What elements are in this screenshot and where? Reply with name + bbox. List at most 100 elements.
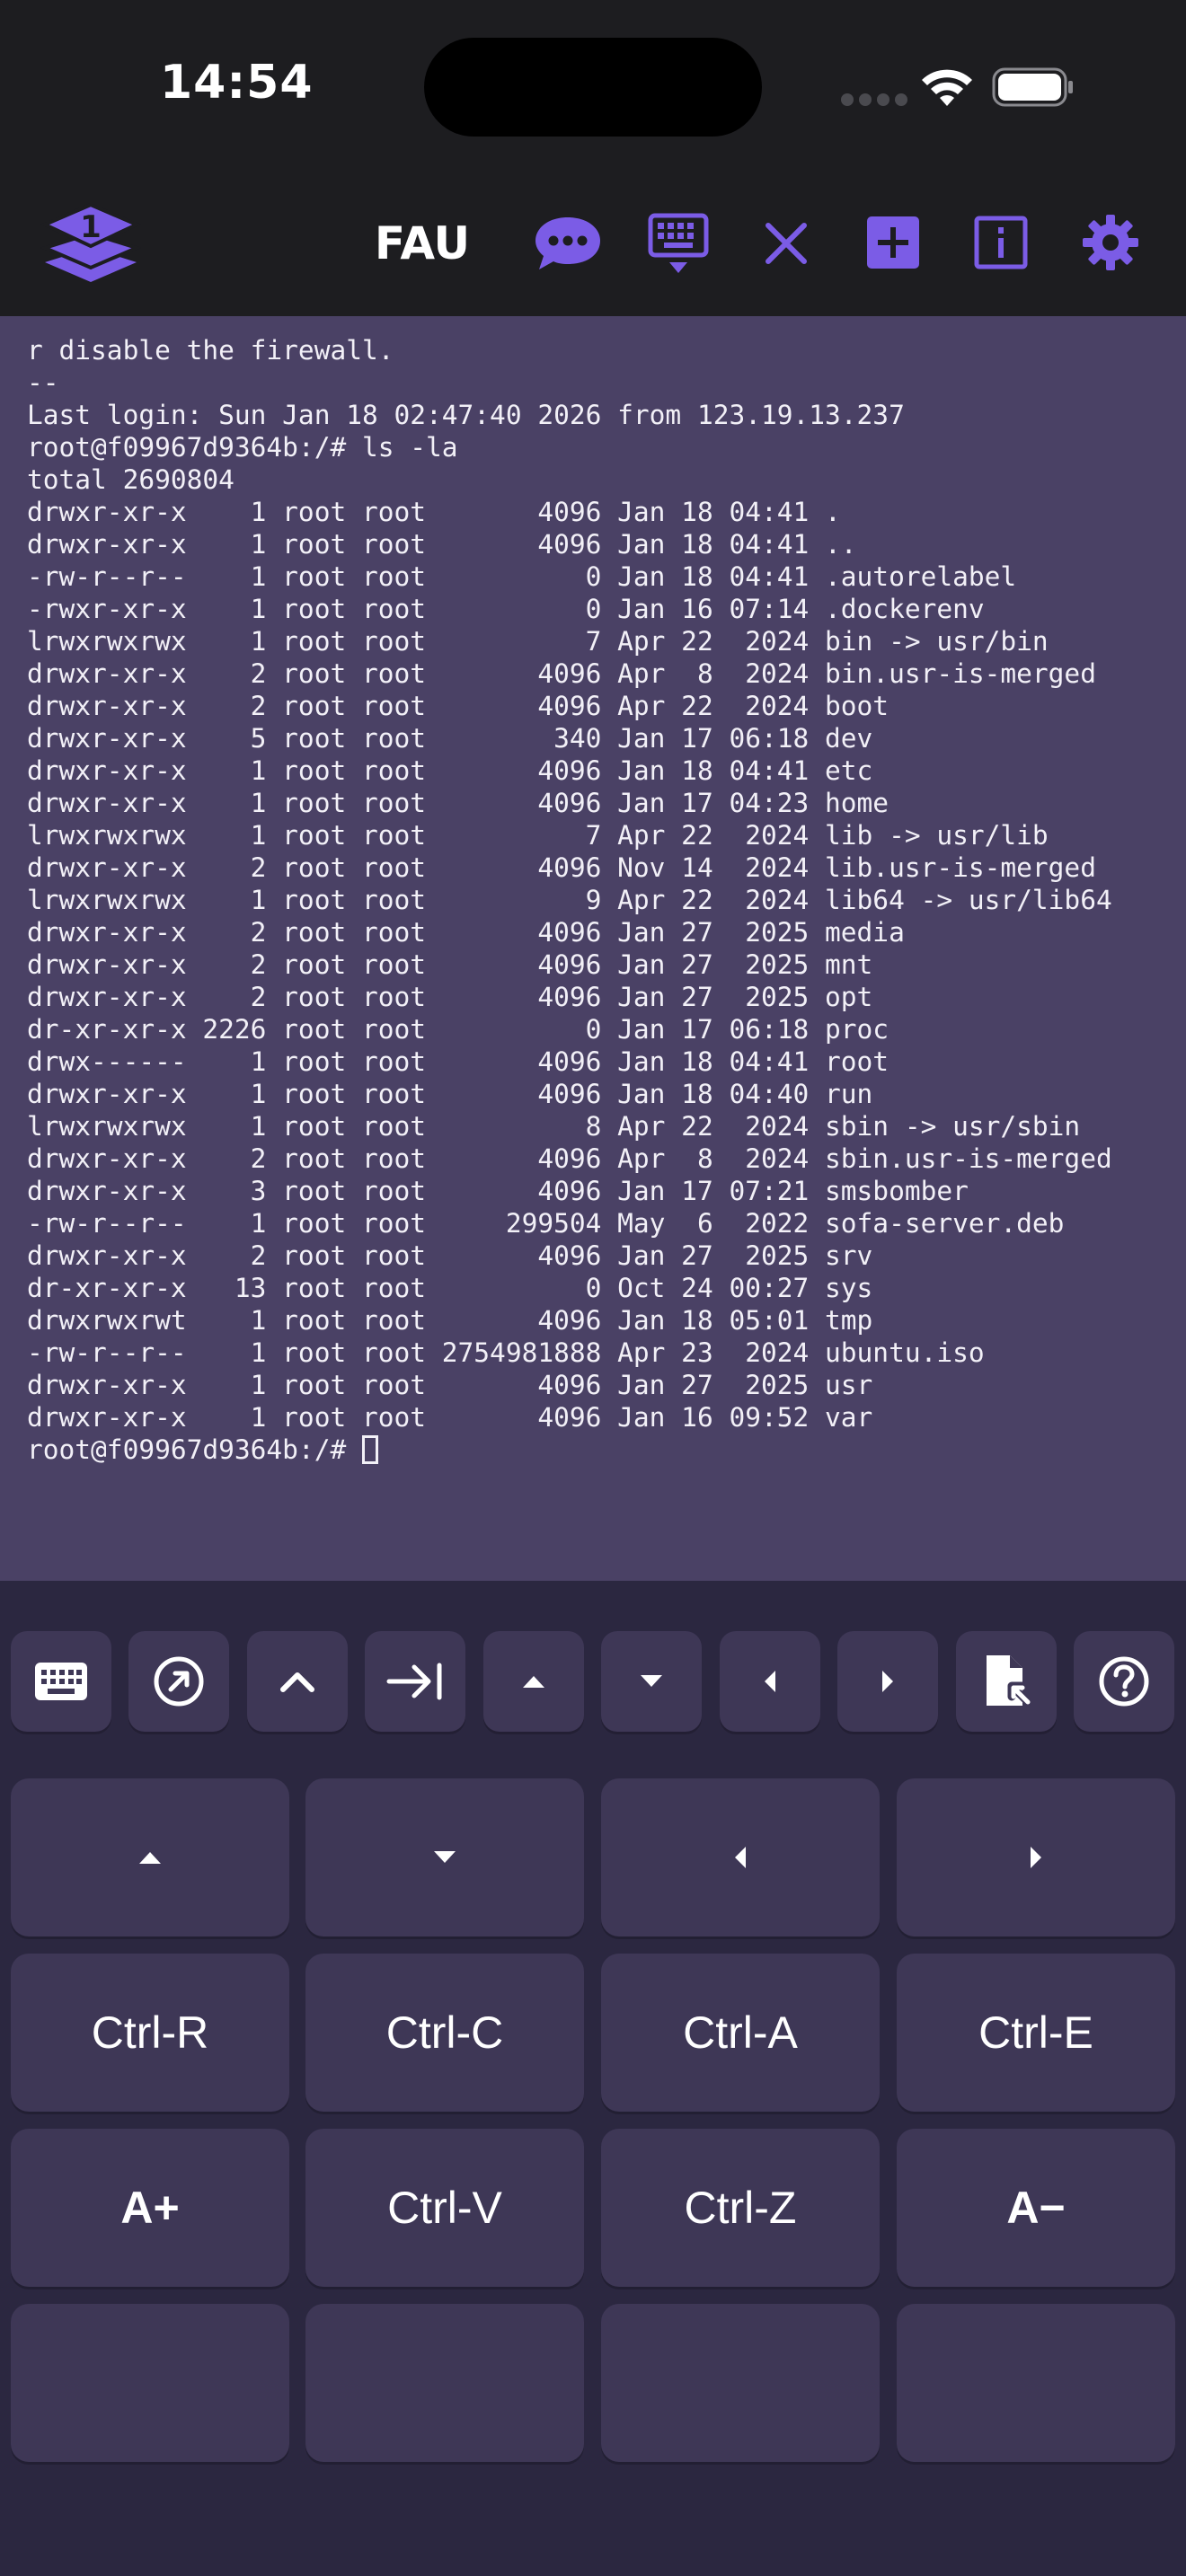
arrow-right-key[interactable] — [837, 1631, 938, 1732]
triangle-left-icon — [735, 1847, 746, 1868]
terminal-line: drwxr-xr-x 1 root root 4096 Jan 18 04:41… — [27, 755, 873, 786]
terminal-line: drwxr-xr-x 3 root root 4096 Jan 17 07:21… — [27, 1176, 969, 1206]
add-icon — [867, 216, 919, 269]
terminal-line: drwxr-xr-x 2 root root 4096 Jan 27 2025 … — [27, 1240, 873, 1271]
settings-button[interactable] — [1075, 205, 1146, 280]
tab-key[interactable] — [365, 1631, 465, 1732]
terminal-prompt-line: root@f09967d9364b:/# — [27, 1434, 1186, 1466]
arrow-down-key[interactable] — [601, 1631, 702, 1732]
blank-key-1[interactable] — [11, 2304, 289, 2462]
ctrl-key[interactable] — [247, 1631, 348, 1732]
triangle-up-icon — [139, 1852, 161, 1864]
cellular-signal-icon — [841, 93, 907, 106]
terminal-line: lrwxrwxrwx 1 root root 9 Apr 22 2024 lib… — [27, 885, 1112, 915]
terminal-line: root@f09967d9364b:/# ls -la — [27, 432, 458, 463]
terminal-line: drwxrwxrwt 1 root root 4096 Jan 18 05:01… — [27, 1305, 873, 1336]
font-decrease-key[interactable]: A− — [897, 2129, 1175, 2287]
info-icon — [974, 216, 1028, 269]
arrow-up-right-circle-icon — [154, 1656, 204, 1707]
triangle-down-icon — [434, 1851, 456, 1863]
file-export-icon — [987, 1655, 1031, 1707]
arrow-left-key[interactable] — [720, 1631, 820, 1732]
terminal-line: drwxr-xr-x 2 root root 4096 Apr 8 2024 b… — [27, 658, 1096, 689]
ctrl-c-key[interactable]: Ctrl-C — [305, 1954, 584, 2112]
terminal-line: -rwxr-xr-x 1 root root 0 Jan 16 07:14 .d… — [27, 594, 985, 624]
close-session-button[interactable] — [753, 210, 819, 277]
terminal-line: drwxr-xr-x 1 root root 4096 Jan 18 04:40… — [27, 1079, 873, 1109]
triangle-up-icon — [523, 1676, 544, 1688]
triangle-right-icon — [882, 1671, 893, 1692]
arrow-up-key[interactable] — [483, 1631, 584, 1732]
font-increase-key[interactable]: A+ — [11, 2129, 289, 2287]
blank-key-3[interactable] — [601, 2304, 880, 2462]
terminal-line: lrwxrwxrwx 1 root root 7 Apr 22 2024 bin… — [27, 626, 1049, 657]
new-session-button[interactable] — [859, 207, 927, 278]
terminal-line: drwx------ 1 root root 4096 Jan 18 04:41… — [27, 1046, 890, 1077]
tab-icon — [386, 1663, 442, 1700]
close-icon — [766, 223, 807, 264]
keyboard-icon — [648, 213, 709, 273]
wifi-icon — [922, 69, 972, 106]
terminal-line: -- — [27, 367, 59, 398]
terminal-line: drwxr-xr-x 2 root root 4096 Apr 8 2024 s… — [27, 1143, 1112, 1174]
gear-icon — [1083, 215, 1138, 270]
terminal-output[interactable]: r disable the firewall. -- Last login: S… — [0, 316, 1186, 1581]
app-title: FAU — [374, 217, 471, 269]
terminal-line: -rw-r--r-- 1 root root 299504 May 6 2022… — [27, 1208, 1065, 1239]
battery-icon — [992, 67, 1073, 107]
terminal-line: drwxr-xr-x 5 root root 340 Jan 17 06:18 … — [27, 723, 873, 754]
ctrl-v-key[interactable]: Ctrl-V — [305, 2129, 584, 2287]
triangle-right-icon — [1031, 1847, 1041, 1868]
triangle-down-icon — [641, 1675, 662, 1687]
terminal-line: drwxr-xr-x 1 root root 4096 Jan 18 04:41… — [27, 529, 857, 560]
blank-key-2[interactable] — [305, 2304, 584, 2462]
terminal-line: -rw-r--r-- 1 root root 2754981888 Apr 23… — [27, 1337, 985, 1368]
terminal-line: drwxr-xr-x 2 root root 4096 Jan 27 2025 … — [27, 917, 905, 948]
extra-keys-panel: Ctrl-R Ctrl-C Ctrl-A Ctrl-E A+ Ctrl-V Ct… — [0, 1581, 1186, 2576]
big-arrow-down-key[interactable] — [305, 1778, 584, 1936]
ctrl-e-key[interactable]: Ctrl-E — [897, 1954, 1175, 2112]
chat-icon — [535, 217, 600, 269]
help-key[interactable] — [1074, 1631, 1174, 1732]
toolbar: 1 FAU — [0, 171, 1186, 316]
esc-key[interactable] — [128, 1631, 229, 1732]
terminal-line: drwxr-xr-x 1 root root 4096 Jan 27 2025 … — [27, 1370, 873, 1400]
terminal-line: total 2690804 — [27, 464, 235, 495]
terminal-cursor — [361, 1435, 378, 1464]
ctrl-r-key[interactable]: Ctrl-R — [11, 1954, 289, 2112]
terminal-line: drwxr-xr-x 2 root root 4096 Jan 27 2025 … — [27, 982, 873, 1012]
chat-button[interactable] — [532, 207, 604, 280]
keyboard-toggle-button[interactable] — [643, 207, 713, 282]
blank-key-4[interactable] — [897, 2304, 1175, 2462]
terminal-line: dr-xr-xr-x 13 root root 0 Oct 24 00:27 s… — [27, 1273, 873, 1303]
terminal-line: drwxr-xr-x 2 root root 4096 Nov 14 2024 … — [27, 852, 1096, 883]
session-switcher-button[interactable]: 1 — [36, 196, 146, 291]
big-arrow-right-key[interactable] — [897, 1778, 1175, 1936]
layers-icon: 1 — [40, 202, 142, 282]
terminal-line: drwxr-xr-x 2 root root 4096 Jan 27 2025 … — [27, 949, 873, 980]
terminal-line: drwxr-xr-x 1 root root 4096 Jan 17 04:23… — [27, 788, 890, 818]
terminal-line: lrwxrwxrwx 1 root root 7 Apr 22 2024 lib… — [27, 820, 1049, 851]
terminal-line: drwxr-xr-x 2 root root 4096 Apr 22 2024 … — [27, 691, 890, 721]
big-arrow-left-key[interactable] — [601, 1778, 880, 1936]
info-button[interactable] — [967, 207, 1035, 278]
terminal-prompt: root@f09967d9364b:/# — [27, 1434, 362, 1465]
status-bar: 14:54 — [0, 0, 1186, 171]
help-icon — [1099, 1656, 1149, 1707]
terminal-line: lrwxrwxrwx 1 root root 8 Apr 22 2024 sbi… — [27, 1111, 1081, 1142]
terminal-line: drwxr-xr-x 1 root root 4096 Jan 16 09:52… — [27, 1402, 873, 1433]
caret-up-icon — [280, 1672, 314, 1692]
session-badge: 1 — [80, 209, 102, 245]
terminal-line: drwxr-xr-x 1 root root 4096 Jan 18 04:41… — [27, 497, 841, 527]
toggle-keyboard-key[interactable] — [11, 1631, 111, 1732]
status-time: 14:54 — [160, 56, 314, 110]
ctrl-a-key[interactable]: Ctrl-A — [601, 1954, 880, 2112]
app-screen: 14:54 1 FAU r disable the firewall. -- L… — [0, 0, 1186, 2576]
terminal-line: -rw-r--r-- 1 root root 0 Jan 18 04:41 .a… — [27, 561, 1017, 592]
terminal-line: Last login: Sun Jan 18 02:47:40 2026 fro… — [27, 400, 905, 430]
big-arrow-up-key[interactable] — [11, 1778, 289, 1936]
terminal-line: dr-xr-xr-x 2226 root root 0 Jan 17 06:18… — [27, 1014, 890, 1045]
keyboard-icon — [35, 1663, 87, 1700]
file-transfer-key[interactable] — [956, 1631, 1057, 1732]
ctrl-z-key[interactable]: Ctrl-Z — [601, 2129, 880, 2287]
